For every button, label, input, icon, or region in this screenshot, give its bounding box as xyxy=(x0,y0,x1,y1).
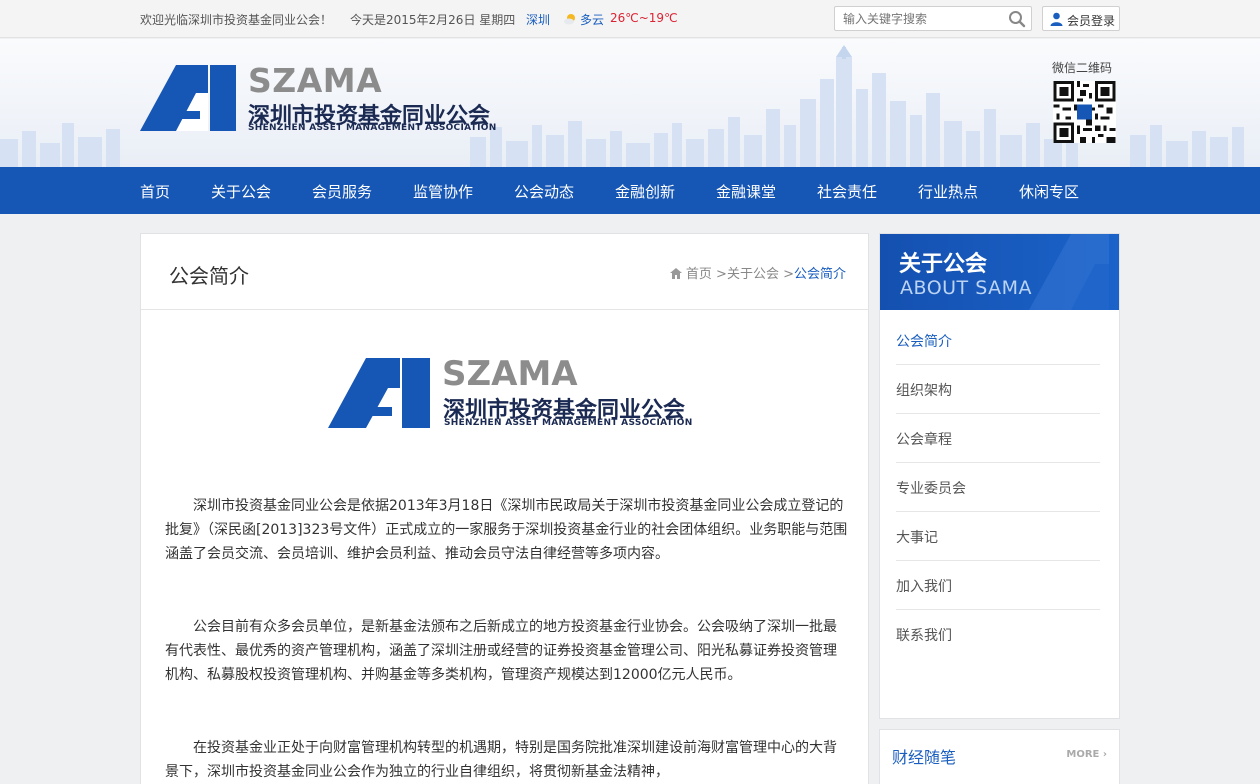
content-panel: 公会简介 首页 >关于公会 >公会简介 SZAMA 深圳市投资基金同业公会 SH… xyxy=(140,233,869,784)
member-login-label: 会员登录 xyxy=(1067,14,1116,28)
nav-classroom[interactable]: 金融课堂 xyxy=(716,181,776,202)
site-header: SZAMA 深圳市投资基金同业公会 SHENZHEN ASSET MANAGEM… xyxy=(0,39,1260,167)
cloudy-weather-icon xyxy=(564,14,575,25)
nav-news[interactable]: 公会动态 xyxy=(514,181,574,202)
finance-essays-box: 财经随笔 MORE › xyxy=(879,729,1120,784)
content-logo-abbreviation: SZAMA xyxy=(442,354,578,394)
sidebar-item-join-us[interactable]: 加入我们 xyxy=(896,561,1100,610)
main-navigation: 首页 关于公会 会员服务 监管协作 公会动态 金融创新 金融课堂 社会责任 行业… xyxy=(0,167,1260,214)
intro-paragraph-1: 深圳市投资基金同业公会是依据2013年3月18日《深圳市民政局关于深圳市投资基金… xyxy=(165,498,848,562)
logo-english-name: SHENZHEN ASSET MANAGEMENT ASSOCIATION xyxy=(248,123,497,133)
breadcrumb-separator: > xyxy=(711,267,727,282)
breadcrumb-current[interactable]: 公会简介 xyxy=(794,267,846,282)
nav-leisure[interactable]: 休闲专区 xyxy=(1019,181,1079,202)
nav-member-service[interactable]: 会员服务 xyxy=(312,181,372,202)
nav-social-responsibility[interactable]: 社会责任 xyxy=(817,181,877,202)
date-text: 今天是2015年2月26日 星期四 xyxy=(350,13,516,27)
finance-essays-title: 财经随笔 xyxy=(892,748,957,767)
welcome-text: 欢迎光临深圳市投资基金同业公会！ xyxy=(140,13,333,27)
sidebar-item-milestones[interactable]: 大事记 xyxy=(896,512,1100,561)
home-icon xyxy=(669,268,682,279)
intro-paragraph-3: 在投资基金业正处于向财富管理机构转型的机遇期，特别是国务院批准深圳建设前海财富管… xyxy=(165,740,837,780)
page-title: 公会简介 xyxy=(169,264,249,288)
content-header: 公会简介 首页 >关于公会 >公会简介 xyxy=(141,234,868,310)
sidebar: 关于公会 ABOUT SAMA 公会简介 组织架构 公会章程 专业委员会 大事记… xyxy=(879,233,1120,719)
nav-home[interactable]: 首页 xyxy=(140,181,170,202)
sidebar-item-charter[interactable]: 公会章程 xyxy=(896,414,1100,463)
weather-text: 多云 xyxy=(580,13,605,27)
nav-regulation[interactable]: 监管协作 xyxy=(413,181,473,202)
breadcrumb-about[interactable]: 关于公会 xyxy=(727,267,779,282)
breadcrumb-separator: > xyxy=(778,267,794,282)
search-icon[interactable] xyxy=(1008,10,1026,28)
sidebar-item-committees[interactable]: 专业委员会 xyxy=(896,463,1100,512)
sidebar-header: 关于公会 ABOUT SAMA xyxy=(880,234,1119,310)
intro-paragraph-2: 公会目前有众多会员单位，是新基金法颁布之后新成立的地方投资基金行业协会。公会吸纳… xyxy=(165,619,837,683)
breadcrumb: 首页 >关于公会 >公会简介 xyxy=(669,263,846,282)
sidebar-item-intro[interactable]: 公会简介 xyxy=(896,316,1100,365)
sidebar-subtitle: ABOUT SAMA xyxy=(900,277,1033,299)
nav-hot-topics[interactable]: 行业热点 xyxy=(918,181,978,202)
content-logo-english-name: SHENZHEN ASSET MANAGEMENT ASSOCIATION xyxy=(444,418,693,428)
breadcrumb-home[interactable]: 首页 xyxy=(686,267,712,282)
more-link[interactable]: MORE › xyxy=(1066,749,1107,760)
logo-abbreviation: SZAMA xyxy=(248,61,383,100)
city-link[interactable]: 深圳 xyxy=(526,11,550,28)
temperature-text: 26℃~19℃ xyxy=(610,11,678,25)
wechat-qr-code-icon[interactable] xyxy=(1053,81,1116,143)
top-bar: 欢迎光临深圳市投资基金同业公会！ 今天是2015年2月26日 星期四 深圳 多云… xyxy=(0,0,1260,38)
sidebar-item-contact[interactable]: 联系我们 xyxy=(896,610,1100,659)
nav-innovation[interactable]: 金融创新 xyxy=(615,181,675,202)
sidebar-menu: 公会简介 组织架构 公会章程 专业委员会 大事记 加入我们 联系我们 xyxy=(896,316,1100,659)
wechat-qr-label: 微信二维码 xyxy=(1052,61,1113,75)
sidebar-item-structure[interactable]: 组织架构 xyxy=(896,365,1100,414)
sidebar-title: 关于公会 xyxy=(899,252,988,277)
search-input[interactable] xyxy=(843,10,1003,28)
search-box xyxy=(834,6,1032,31)
nav-about[interactable]: 关于公会 xyxy=(211,181,271,202)
member-login-button[interactable]: 会员登录 xyxy=(1042,6,1120,31)
user-icon xyxy=(1050,12,1063,26)
